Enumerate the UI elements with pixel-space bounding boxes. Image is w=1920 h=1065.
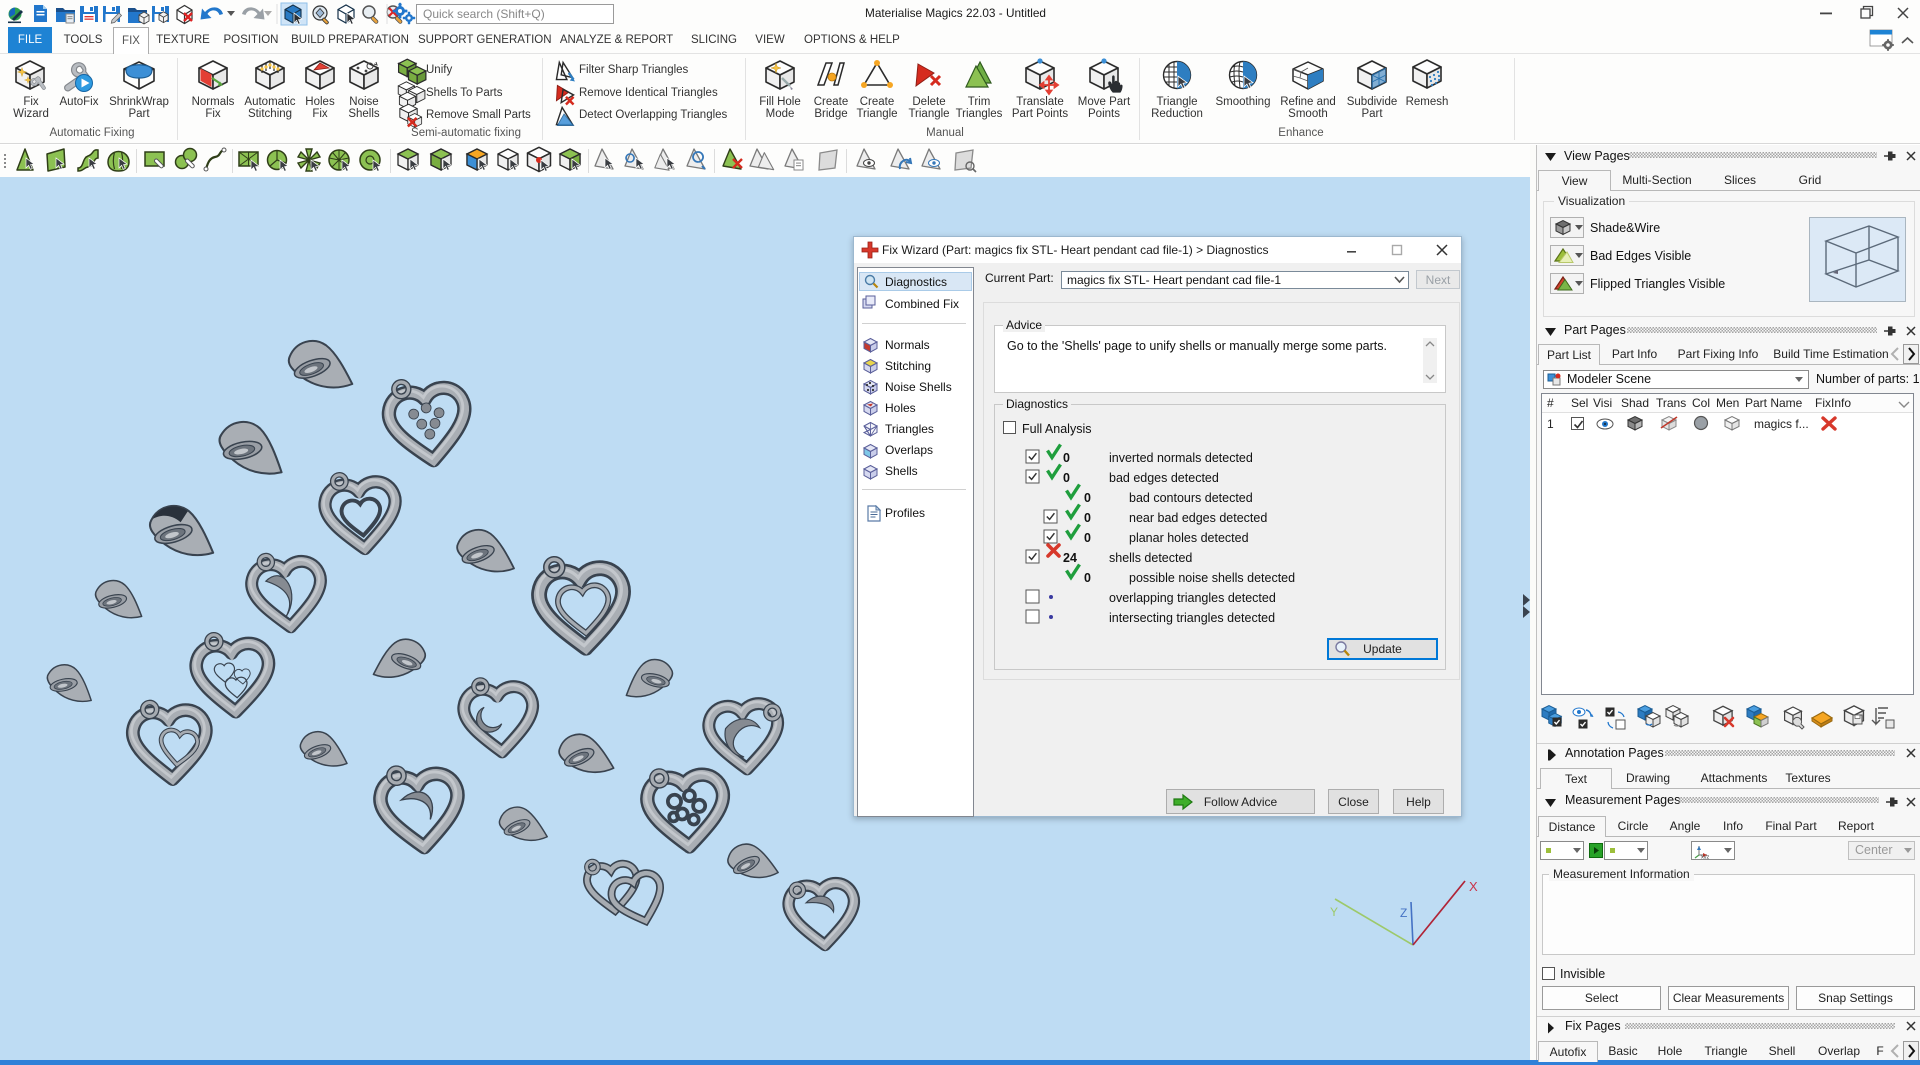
svg-text:planar holes detected: planar holes detected (1129, 531, 1249, 545)
svg-text:intersecting triangles detecte: intersecting triangles detected (1109, 611, 1275, 625)
svg-text:inverted normals detected: inverted normals detected (1109, 451, 1253, 465)
svg-text:xyz: xyz (1701, 855, 1710, 860)
svg-text:shells detected: shells detected (1109, 551, 1192, 565)
svg-text:0: 0 (1084, 491, 1091, 505)
svg-text:X: X (1469, 879, 1478, 894)
svg-text:Y: Y (1330, 905, 1338, 919)
svg-text:0: 0 (1063, 451, 1070, 465)
svg-text:0: 0 (1063, 471, 1070, 485)
svg-text:possible noise shells detected: possible noise shells detected (1129, 571, 1295, 585)
svg-text:near bad edges detected: near bad edges detected (1129, 511, 1267, 525)
svg-text:overlapping triangles detected: overlapping triangles detected (1109, 591, 1276, 605)
svg-text:0: 0 (1084, 531, 1091, 545)
svg-text:0: 0 (1084, 511, 1091, 525)
svg-text:0: 0 (1084, 571, 1091, 585)
svg-text:bad contours detected: bad contours detected (1129, 491, 1253, 505)
svg-text:bad edges detected: bad edges detected (1109, 471, 1219, 485)
svg-text:24: 24 (1063, 551, 1077, 565)
svg-text:Z: Z (1400, 906, 1407, 920)
